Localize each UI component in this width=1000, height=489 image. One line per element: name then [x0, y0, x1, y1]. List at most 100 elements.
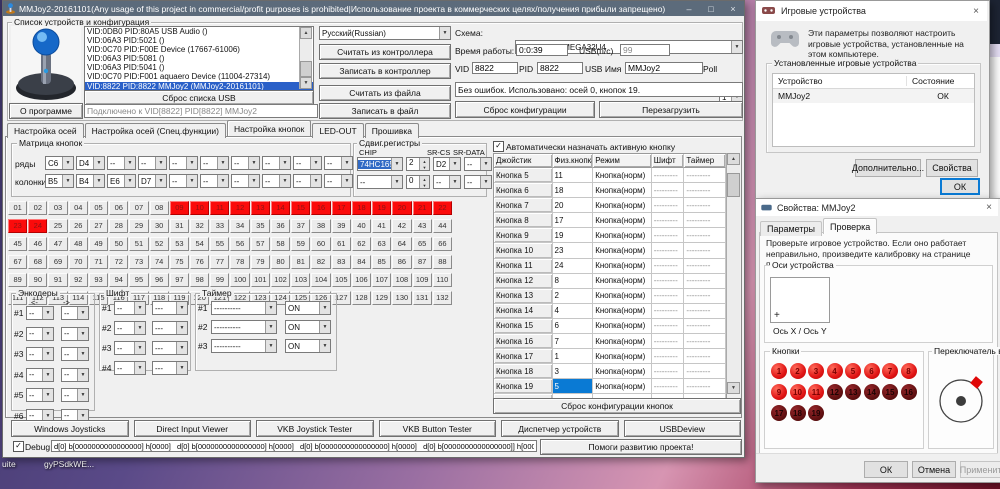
- physical-button-cell[interactable]: 87: [413, 255, 432, 269]
- encoder-right-combobox[interactable]: --▼: [61, 347, 89, 361]
- timer-source-combobox[interactable]: ----------▼: [211, 301, 277, 315]
- scrollbar-thumb[interactable]: [727, 173, 740, 197]
- device-list-item[interactable]: VID:0C70 PID:F001 aquaero Device (11004-…: [85, 72, 313, 81]
- button-table-row[interactable]: Кнопка 1023Кнопка(норм)-----------------…: [494, 243, 726, 258]
- physical-button-cell[interactable]: 30: [150, 219, 169, 233]
- chevron-down-icon[interactable]: ▼: [391, 158, 402, 170]
- reboot-button[interactable]: Перезагрузить: [599, 101, 743, 118]
- button-table-cell[interactable]: 23: [553, 243, 594, 258]
- physical-button-cell[interactable]: 90: [28, 273, 47, 287]
- physical-button-cell[interactable]: 69: [48, 255, 67, 269]
- physical-button-cell[interactable]: 57: [251, 237, 270, 251]
- button-table-cell[interactable]: 24: [553, 259, 594, 274]
- sr-cs-combobox[interactable]: --▼: [433, 175, 461, 189]
- chevron-down-icon[interactable]: ▼: [176, 342, 187, 354]
- physical-button-cell[interactable]: 07: [129, 201, 148, 215]
- button-table-name-cell[interactable]: Кнопка 10: [494, 243, 553, 258]
- button-table-column-header[interactable]: Режим: [593, 154, 652, 168]
- sr-data-combobox[interactable]: --▼: [464, 157, 492, 171]
- button-table-name-cell[interactable]: Кнопка 14: [494, 304, 553, 319]
- button-table-cell[interactable]: ---------: [652, 319, 685, 334]
- physical-button-cell[interactable]: 55: [210, 237, 229, 251]
- read-from-file-button[interactable]: Считать из файла: [319, 85, 451, 101]
- button-table-cell[interactable]: ---------: [684, 213, 726, 228]
- button-table-row[interactable]: Кнопка 171Кнопка(норм)------------------: [494, 349, 726, 364]
- maximize-button[interactable]: □: [700, 4, 722, 14]
- button-table-row[interactable]: Кнопка 511Кнопка(норм)------------------: [494, 168, 726, 183]
- timer-mode-combobox[interactable]: ON▼: [285, 339, 331, 353]
- matrix-row-pin-combobox[interactable]: D4▼: [76, 156, 105, 170]
- button-table-cell[interactable]: ---------: [684, 243, 726, 258]
- encoder-right-combobox[interactable]: --▼: [61, 388, 89, 402]
- physical-button-cell[interactable]: 59: [291, 237, 310, 251]
- chevron-down-icon[interactable]: ▼: [279, 175, 290, 187]
- physical-button-cell[interactable]: 17: [332, 201, 351, 215]
- button-table-cell[interactable]: ---------: [652, 183, 685, 198]
- chevron-down-icon[interactable]: ▼: [42, 348, 53, 360]
- physical-button-cell[interactable]: 73: [129, 255, 148, 269]
- button-table-cell[interactable]: ---------: [684, 334, 726, 349]
- physical-button-cell[interactable]: 72: [109, 255, 128, 269]
- physical-button-cell[interactable]: 01: [8, 201, 27, 215]
- button-table-cell[interactable]: ---------: [652, 334, 685, 349]
- physical-button-cell[interactable]: 41: [372, 219, 391, 233]
- physical-button-cell[interactable]: 75: [170, 255, 189, 269]
- tab-3[interactable]: Настройка кнопок: [227, 120, 311, 136]
- button-table-column-header[interactable]: Таймер: [684, 154, 726, 168]
- shift-target-combobox[interactable]: ---▼: [152, 301, 188, 315]
- scrollbar-track[interactable]: [300, 39, 312, 77]
- chevron-down-icon[interactable]: ▼: [42, 307, 53, 319]
- physical-button-cell[interactable]: 82: [311, 255, 330, 269]
- chevron-down-icon[interactable]: ▼: [176, 322, 187, 334]
- sr-chip-combobox[interactable]: 74HC165▼: [357, 157, 403, 171]
- physical-button-cell[interactable]: 89: [8, 273, 27, 287]
- timer-mode-combobox[interactable]: ON▼: [285, 301, 331, 315]
- physical-button-cell[interactable]: 12: [230, 201, 249, 215]
- button-table-cell[interactable]: ---------: [652, 289, 685, 304]
- physical-button-cell[interactable]: 22: [433, 201, 452, 215]
- physical-button-cell[interactable]: 80: [271, 255, 290, 269]
- chevron-down-icon[interactable]: ▼: [265, 340, 276, 352]
- physical-button-cell[interactable]: 109: [413, 273, 432, 287]
- physical-button-cell[interactable]: 37: [291, 219, 310, 233]
- reset-config-button[interactable]: Сброс конфигурации: [455, 101, 595, 118]
- reset-buttons-config-button[interactable]: Сброс конфигурации кнопок: [493, 398, 741, 414]
- sr-data-combobox[interactable]: --▼: [464, 175, 492, 189]
- timer-source-combobox[interactable]: ----------▼: [211, 339, 277, 353]
- physical-button-cell[interactable]: 15: [291, 201, 310, 215]
- chevron-down-icon[interactable]: ▼: [341, 175, 352, 187]
- physical-button-cell[interactable]: 16: [311, 201, 330, 215]
- about-button[interactable]: О программе: [9, 103, 83, 119]
- physical-button-cell[interactable]: 131: [413, 291, 432, 305]
- props-ok-button[interactable]: ОК: [864, 461, 908, 478]
- matrix-row-pin-combobox[interactable]: --▼: [324, 156, 353, 170]
- button-table-cell[interactable]: Кнопка(норм): [593, 243, 652, 258]
- physical-button-cell[interactable]: 14: [271, 201, 290, 215]
- device-list-item[interactable]: VID:06A3 PID:5021 (): [85, 36, 313, 45]
- chevron-down-icon[interactable]: ▼: [341, 157, 352, 169]
- button-table-cell[interactable]: 6: [553, 319, 594, 334]
- chevron-down-icon[interactable]: ▼: [449, 176, 460, 188]
- button-table-cell[interactable]: ---------: [652, 274, 685, 289]
- button-table-row[interactable]: Кнопка 817Кнопка(норм)------------------: [494, 213, 726, 228]
- chevron-down-icon[interactable]: ▼: [134, 342, 145, 354]
- encoder-left-combobox[interactable]: --▼: [26, 306, 54, 320]
- chevron-down-icon[interactable]: ▼: [62, 175, 73, 187]
- physical-button-cell[interactable]: 62: [352, 237, 371, 251]
- sr-count-spinner[interactable]: 0▲▼: [406, 175, 430, 189]
- physical-button-cell[interactable]: 110: [433, 273, 452, 287]
- device-list-scrollbar[interactable]: ▲ ▼: [299, 27, 312, 89]
- button-table-cell[interactable]: 7: [553, 334, 594, 349]
- matrix-row-pin-combobox[interactable]: --▼: [200, 156, 229, 170]
- scroll-up-icon[interactable]: ▲: [727, 153, 740, 165]
- matrix-col-pin-combobox[interactable]: B4▼: [76, 174, 105, 188]
- button-table-row[interactable]: Кнопка 720Кнопка(норм)------------------: [494, 198, 726, 213]
- chevron-down-icon[interactable]: ▼: [134, 362, 145, 374]
- physical-button-cell[interactable]: 81: [291, 255, 310, 269]
- physical-button-cell[interactable]: 97: [170, 273, 189, 287]
- physical-button-cell[interactable]: 66: [433, 237, 452, 251]
- button-table-row[interactable]: Кнопка 144Кнопка(норм)------------------: [494, 304, 726, 319]
- physical-button-cell[interactable]: 100: [230, 273, 249, 287]
- language-combobox[interactable]: Русский(Russian) ▼: [319, 26, 451, 40]
- close-button[interactable]: ×: [722, 4, 744, 14]
